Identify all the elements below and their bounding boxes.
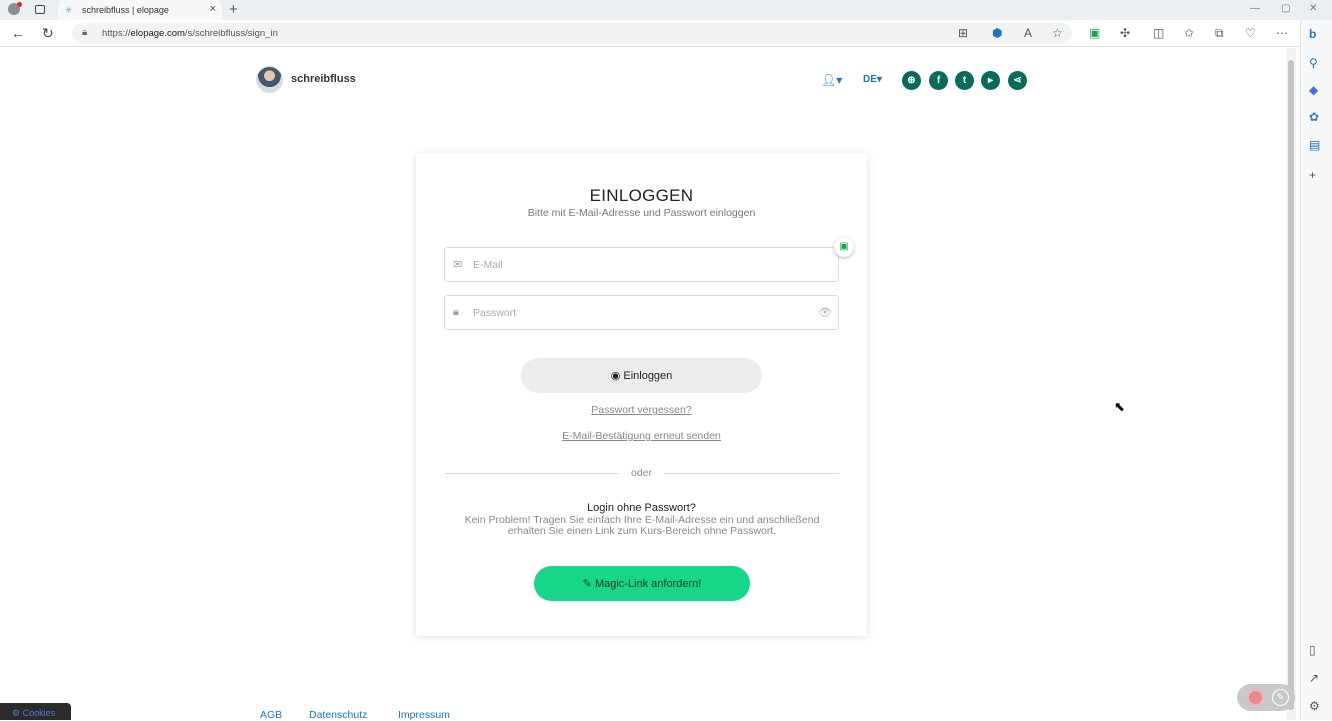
password-field[interactable]: 🔒︎ 👁︎ xyxy=(444,295,839,330)
footer-link-impressum[interactable]: Impressum xyxy=(398,709,450,721)
passwordless-description: Kein Problem! Tragen Sie einfach Ihre E-… xyxy=(464,514,820,537)
back-icon[interactable]: ← xyxy=(11,25,25,41)
more-menu-icon[interactable]: ⋯ xyxy=(1276,26,1288,40)
facebook-icon[interactable]: f xyxy=(929,71,948,90)
favorites-icon[interactable]: ✩ xyxy=(1184,26,1194,40)
browser-toolbar: ← ↻ 🔒︎ https://elopage.com/s/schreibflus… xyxy=(0,20,1332,47)
footer-link-agb[interactable]: AGB xyxy=(260,709,282,721)
close-tab-icon[interactable]: × xyxy=(210,3,216,15)
magic-link-button[interactable]: ✎ Magic-Link anfordern! xyxy=(534,566,750,601)
settings-gear-icon[interactable]: ⚙ xyxy=(1309,699,1320,713)
minimize-icon[interactable]: — xyxy=(1250,3,1260,14)
new-tab-icon[interactable]: + xyxy=(229,1,238,18)
cookie-gear-icon: ⚙ xyxy=(12,708,21,718)
extension-icon[interactable]: ▣ xyxy=(1089,26,1100,40)
url-path: /s/schreibfluss/sign_in xyxy=(184,28,278,39)
envelope-icon: ✉ xyxy=(453,259,463,271)
apps-icon[interactable]: ⊞ xyxy=(958,26,968,40)
tab-actions-icon[interactable] xyxy=(35,5,45,14)
user-circle-icon: ◉ xyxy=(610,370,621,382)
add-sidebar-app-icon[interactable]: + xyxy=(1309,168,1316,182)
extensions-puzzle-icon[interactable]: ✣ xyxy=(1120,26,1130,40)
site-favicon-icon: ✳ xyxy=(65,5,73,15)
brand-name[interactable]: schreibfluss xyxy=(291,73,356,85)
share-icon[interactable]: ⋖ xyxy=(1008,71,1027,90)
office-icon[interactable]: ✿ xyxy=(1309,110,1319,124)
collections-icon[interactable]: ⧉ xyxy=(1215,26,1224,41)
password-input[interactable] xyxy=(471,304,801,322)
copilot-icon[interactable]: b xyxy=(1309,27,1316,41)
passwordless-title: Login ohne Passwort? xyxy=(587,502,696,514)
login-title: EINLOGGEN xyxy=(589,186,694,205)
show-password-eye-icon[interactable]: 👁︎ xyxy=(818,306,832,319)
login-button-label: Einloggen xyxy=(623,370,673,382)
record-icon[interactable] xyxy=(1247,689,1264,706)
browser-tab-bar: ✳ schreibfluss | elopage × + — ▢ ✕ xyxy=(0,0,1332,20)
language-selector[interactable]: DE▾ xyxy=(863,74,882,85)
close-window-icon[interactable]: ✕ xyxy=(1309,3,1317,14)
maximize-icon[interactable]: ▢ xyxy=(1281,3,1290,14)
magic-wand-icon: ✎ xyxy=(582,578,592,590)
sidebar-layout-icon[interactable]: ▯ xyxy=(1309,643,1316,657)
reload-icon[interactable]: ↻ xyxy=(42,25,54,42)
footer-link-datenschutz[interactable]: Datenschutz xyxy=(309,709,367,721)
address-bar[interactable]: 🔒︎ https://elopage.com/s/schreibfluss/si… xyxy=(72,23,1072,44)
search-icon[interactable]: ⚲ xyxy=(1309,56,1318,70)
magic-link-button-label: Magic-Link anfordern! xyxy=(594,578,702,590)
youtube-icon[interactable]: ▸ xyxy=(981,71,1000,90)
performance-icon[interactable]: ♡ xyxy=(1245,26,1256,40)
tab-title: schreibfluss | elopage xyxy=(82,5,169,15)
password-manager-icon[interactable]: ▣ xyxy=(834,237,854,257)
twitter-icon[interactable]: t xyxy=(955,71,974,90)
email-field[interactable]: ✉ xyxy=(444,247,839,282)
user-menu-icon[interactable]: 👤︎▾ xyxy=(821,73,842,87)
read-aloud-icon[interactable]: A xyxy=(1024,26,1032,40)
globe-icon[interactable]: ⊕ xyxy=(902,71,921,90)
favorite-star-icon[interactable]: ☆ xyxy=(1052,26,1063,40)
profile-icon[interactable] xyxy=(8,2,22,15)
lock-icon: 🔒︎ xyxy=(453,306,459,318)
language-label: DE xyxy=(863,74,877,85)
extension-badge-icon[interactable]: ⬢ xyxy=(992,26,1002,40)
browser-sidebar: b ⚲ ◆ ✿ ▤ + ▯ ↗ ⚙ xyxy=(1300,20,1332,720)
cookies-label: Cookies xyxy=(22,708,56,718)
login-card: EINLOGGEN Bitte mit E-Mail-Adresse und P… xyxy=(416,153,867,636)
annotate-pen-icon[interactable]: ✎ xyxy=(1272,689,1289,706)
split-screen-icon[interactable]: ◫ xyxy=(1153,26,1164,40)
page-scrollbar[interactable] xyxy=(1286,48,1296,720)
external-link-icon[interactable]: ↗ xyxy=(1309,671,1319,685)
browser-tab[interactable]: ✳ schreibfluss | elopage × xyxy=(58,0,222,20)
login-subtitle: Bitte mit E-Mail-Adresse und Passwort ei… xyxy=(527,207,756,219)
login-button[interactable]: ◉ Einloggen xyxy=(521,358,762,393)
mouse-cursor-icon: ⬉ xyxy=(1114,399,1125,414)
email-input[interactable] xyxy=(471,256,801,274)
url-prefix: https:// xyxy=(102,28,131,39)
forgot-password-link[interactable]: Passwort vergessen? xyxy=(416,404,867,416)
outlook-icon[interactable]: ▤ xyxy=(1309,138,1320,152)
brand-logo-avatar[interactable] xyxy=(256,66,283,93)
lock-icon: 🔒︎ xyxy=(82,27,88,38)
cookies-button[interactable]: ⚙ Cookies xyxy=(0,703,71,720)
url-text: https://elopage.com/s/schreibfluss/sign_… xyxy=(102,28,278,39)
shopping-icon[interactable]: ◆ xyxy=(1309,83,1318,97)
divider-label: oder xyxy=(630,467,652,479)
recording-widget[interactable]: ✎ xyxy=(1237,684,1295,711)
scrollbar-thumb[interactable] xyxy=(1288,60,1294,710)
resend-confirmation-link[interactable]: E-Mail-Bestätigung erneut senden xyxy=(416,430,867,442)
url-domain: elopage.com xyxy=(130,28,185,39)
